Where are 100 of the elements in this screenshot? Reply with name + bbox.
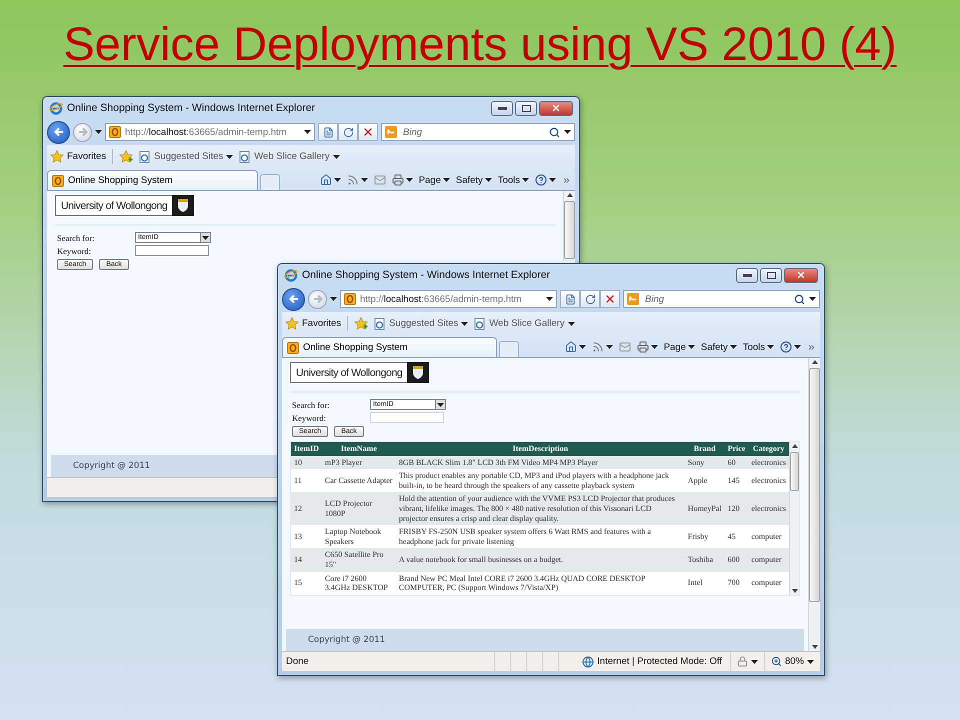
command-menu[interactable]: Page xyxy=(418,174,450,186)
mail-icon xyxy=(374,174,386,186)
caret-icon xyxy=(750,660,758,664)
keyword-field[interactable] xyxy=(135,245,209,256)
forward-arrow-icon xyxy=(76,126,88,138)
feeds-button[interactable] xyxy=(592,341,613,353)
close-button[interactable] xyxy=(539,100,573,116)
table-cell: electronics xyxy=(748,492,789,526)
search-box[interactable]: Bing xyxy=(623,290,820,308)
scroll-thumb[interactable] xyxy=(809,368,820,602)
caret-icon xyxy=(226,154,234,158)
table-cell: 12 xyxy=(291,492,322,526)
favorites-button[interactable]: Favorites xyxy=(285,317,342,330)
copyright-text: Copyright @ 2011 xyxy=(73,461,150,471)
table-cell: 11 xyxy=(291,469,322,492)
minimize-button[interactable] xyxy=(736,268,758,282)
home-icon xyxy=(564,341,577,353)
help-icon xyxy=(780,341,792,353)
search-box[interactable]: Bing xyxy=(381,123,575,141)
compatibility-view-button[interactable] xyxy=(560,290,580,308)
feeds-button[interactable] xyxy=(346,174,368,186)
compatibility-view-button[interactable] xyxy=(318,123,338,141)
browser-tab[interactable]: Online Shopping System xyxy=(282,337,498,357)
table-cell: computer xyxy=(748,548,789,572)
back-arrow-icon xyxy=(288,293,300,305)
scroll-down-icon xyxy=(812,645,818,649)
table-cell: mP3 Player xyxy=(322,456,396,470)
help-button[interactable] xyxy=(535,174,556,186)
more-commands-icon[interactable] xyxy=(562,176,571,184)
column-header: ItemID xyxy=(291,442,322,456)
column-header: ItemName xyxy=(322,442,396,456)
table-cell: Laptop Notebook Speakers xyxy=(322,525,396,548)
scrollbar[interactable] xyxy=(789,442,799,595)
caret-icon xyxy=(334,178,341,182)
help-button[interactable] xyxy=(780,341,801,353)
search-icon xyxy=(549,126,560,138)
favorites-link[interactable]: Web Slice Gallery xyxy=(474,318,575,330)
browser-logo-icon xyxy=(49,101,63,115)
command-menu[interactable]: Page xyxy=(664,342,695,352)
home-button[interactable] xyxy=(320,174,341,186)
refresh-button[interactable] xyxy=(338,123,358,141)
favorites-link[interactable]: Suggested Sites xyxy=(139,150,234,162)
favorites-button[interactable]: Favorites xyxy=(50,150,106,163)
maximize-button[interactable] xyxy=(760,268,782,282)
address-field[interactable]: http://localhost:63665/admin-temp.htm xyxy=(105,123,315,141)
favorites-link[interactable]: Suggested Sites xyxy=(374,318,468,330)
forward-arrow-icon xyxy=(312,293,324,305)
refresh-icon xyxy=(342,126,354,138)
print-button[interactable] xyxy=(636,341,658,353)
caret-icon xyxy=(606,345,613,349)
more-commands-icon[interactable] xyxy=(807,342,816,352)
column-header: Brand xyxy=(684,442,725,456)
stop-button[interactable] xyxy=(600,290,620,308)
star-icon xyxy=(285,317,299,330)
table-cell: Brand New PC Meal Intel CORE i7 2600 3.4GHz QUAD CORE DESKTOP COMPUTER, PC (Support Windows 7/Vista/XP) xyxy=(396,572,685,595)
back-button[interactable] xyxy=(282,288,305,310)
lock-icon[interactable] xyxy=(736,656,748,667)
refresh-button[interactable] xyxy=(580,290,600,308)
printer-icon xyxy=(636,341,649,353)
scroll-thumb[interactable] xyxy=(790,452,799,492)
address-field[interactable]: http://localhost:63665/admin-temp.htm xyxy=(340,290,557,308)
scroll-thumb[interactable] xyxy=(564,201,575,259)
scroll-up-icon xyxy=(812,360,818,364)
stop-button[interactable] xyxy=(358,123,378,141)
table-cell: A value notebook for small businesses on a budget. xyxy=(396,548,685,572)
table-cell: 600 xyxy=(724,548,748,572)
caret-icon xyxy=(437,402,444,406)
feed-icon xyxy=(592,341,604,353)
command-menu[interactable]: Safety xyxy=(456,174,492,186)
site-icon xyxy=(287,342,299,354)
table-cell: Frisby xyxy=(684,525,725,548)
command-menu[interactable]: Tools xyxy=(742,342,774,352)
minimize-icon xyxy=(498,106,506,110)
minimize-button[interactable] xyxy=(491,100,513,116)
maximize-button[interactable] xyxy=(515,100,537,116)
add-favorite-icon xyxy=(354,317,368,330)
keyword-field[interactable] xyxy=(370,412,444,423)
column-header: Category xyxy=(748,442,789,456)
caret-icon xyxy=(442,178,450,182)
browser-tab[interactable]: Online Shopping System xyxy=(47,170,258,190)
scrollbar[interactable] xyxy=(808,358,820,651)
search-input[interactable]: Bing xyxy=(643,292,790,306)
table-cell: 13 xyxy=(291,525,322,548)
zoom-icon[interactable] xyxy=(770,656,782,667)
caret-icon xyxy=(330,297,337,301)
site-icon xyxy=(52,174,64,186)
home-button[interactable] xyxy=(564,341,586,353)
scrollbar[interactable] xyxy=(563,191,575,261)
stop-icon xyxy=(362,126,374,138)
close-button[interactable] xyxy=(784,268,818,282)
back-button[interactable] xyxy=(47,120,70,144)
table-cell: 14 xyxy=(291,548,322,572)
scroll-up-icon xyxy=(566,193,572,197)
print-button[interactable] xyxy=(392,174,413,186)
search-input[interactable]: Bing xyxy=(401,126,545,138)
command-menu[interactable]: Tools xyxy=(498,174,529,186)
caret-icon xyxy=(564,130,571,134)
favorites-link[interactable]: Web Slice Gallery xyxy=(239,150,340,162)
caret-icon xyxy=(650,345,658,349)
command-menu[interactable]: Safety xyxy=(700,342,737,352)
